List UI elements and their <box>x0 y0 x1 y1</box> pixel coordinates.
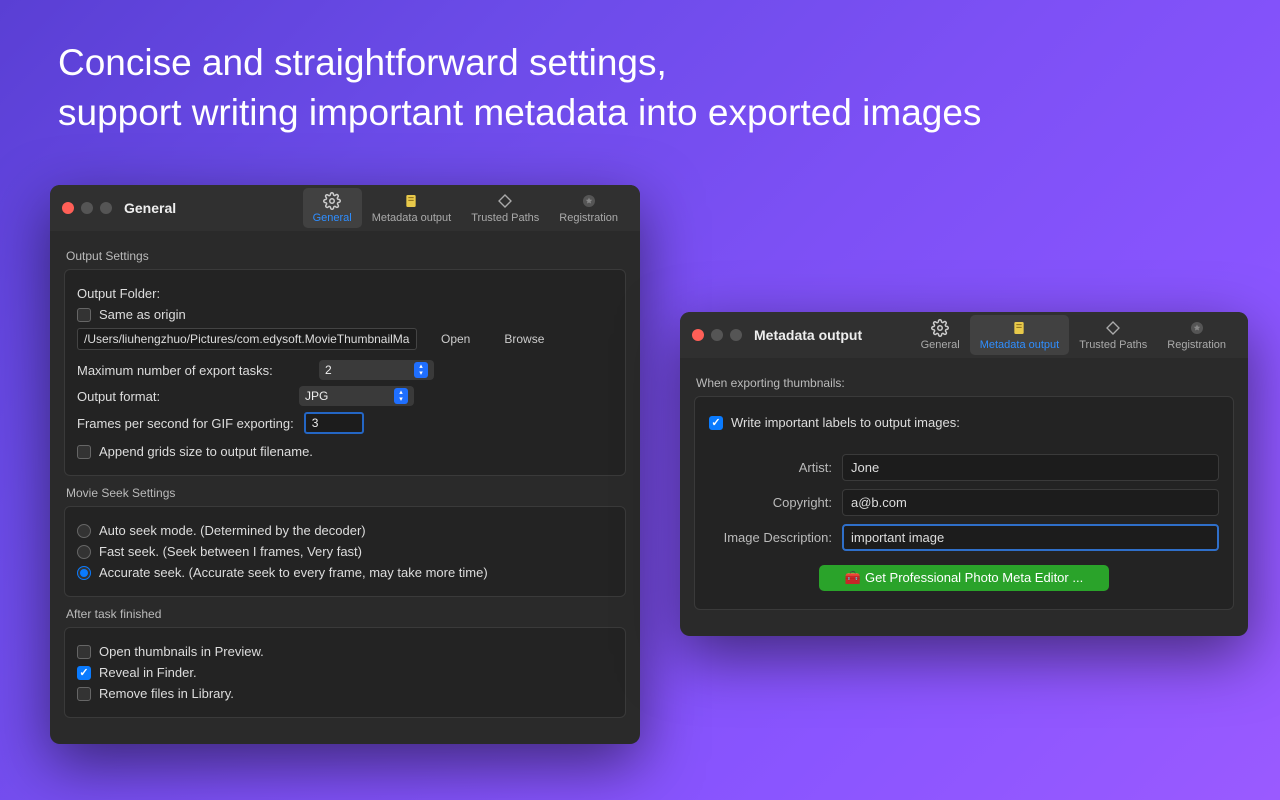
open-preview-checkbox[interactable] <box>77 645 91 659</box>
tab-registration[interactable]: Registration <box>549 188 628 228</box>
tab-general[interactable]: General <box>303 188 362 228</box>
tab-label: General <box>313 212 352 224</box>
seek-accurate-radio[interactable] <box>77 566 91 580</box>
tab-label: General <box>921 339 960 351</box>
metadata-box: Write important labels to output images:… <box>694 396 1234 610</box>
get-pro-button[interactable]: 🧰 Get Professional Photo Meta Editor ... <box>819 565 1109 591</box>
same-as-origin-checkbox[interactable] <box>77 308 91 322</box>
toolbar: General Metadata output Trusted Paths Re… <box>303 188 628 228</box>
window-metadata-output: Metadata output General Metadata output … <box>680 312 1248 636</box>
group-after-task: After task finished <box>66 607 626 621</box>
artist-field[interactable] <box>842 454 1219 481</box>
remove-library-label: Remove files in Library. <box>99 686 234 701</box>
artist-label: Artist: <box>709 460 832 475</box>
window-general: General General Metadata output Trusted … <box>50 185 640 744</box>
image-description-label: Image Description: <box>709 530 832 545</box>
select-arrows-icon <box>394 388 408 404</box>
seek-accurate-label: Accurate seek. (Accurate seek to every f… <box>99 565 488 580</box>
tab-metadata-output[interactable]: Metadata output <box>362 188 462 228</box>
fps-label: Frames per second for GIF exporting: <box>77 416 294 431</box>
toolbar: General Metadata output Trusted Paths Re… <box>911 315 1236 355</box>
tab-general[interactable]: General <box>911 315 970 355</box>
reveal-finder-label: Reveal in Finder. <box>99 665 197 680</box>
tab-label: Registration <box>1167 339 1226 351</box>
fps-field[interactable] <box>304 412 364 434</box>
toolbox-icon: 🧰 <box>845 570 861 585</box>
seek-settings-box: Auto seek mode. (Determined by the decod… <box>64 506 626 597</box>
titlebar: General General Metadata output Trusted … <box>50 185 640 231</box>
tab-label: Registration <box>559 212 618 224</box>
output-format-label: Output format: <box>77 389 277 404</box>
note-icon <box>402 192 420 210</box>
group-seek-settings: Movie Seek Settings <box>66 486 626 500</box>
close-icon[interactable] <box>692 329 704 341</box>
tab-trusted-paths[interactable]: Trusted Paths <box>461 188 549 228</box>
write-labels-label: Write important labels to output images: <box>731 415 960 430</box>
open-button[interactable]: Open <box>431 329 480 349</box>
seek-fast-label: Fast seek. (Seek between I frames, Very … <box>99 544 362 559</box>
headline-line1: Concise and straightforward settings, <box>58 38 981 88</box>
tab-registration[interactable]: Registration <box>1157 315 1236 355</box>
seek-auto-label: Auto seek mode. (Determined by the decod… <box>99 523 366 538</box>
tab-metadata-output[interactable]: Metadata output <box>970 315 1070 355</box>
diamond-icon <box>1104 319 1122 337</box>
seek-auto-radio[interactable] <box>77 524 91 538</box>
max-tasks-label: Maximum number of export tasks: <box>77 363 297 378</box>
output-path-field[interactable] <box>77 328 417 350</box>
gear-icon <box>323 192 341 210</box>
browse-button[interactable]: Browse <box>494 329 554 349</box>
note-icon <box>1010 319 1028 337</box>
max-tasks-select[interactable]: 2 <box>319 360 434 380</box>
close-icon[interactable] <box>62 202 74 214</box>
zoom-icon[interactable] <box>730 329 742 341</box>
append-grids-checkbox[interactable] <box>77 445 91 459</box>
append-grids-label: Append grids size to output filename. <box>99 444 313 459</box>
zoom-icon[interactable] <box>100 202 112 214</box>
tab-trusted-paths[interactable]: Trusted Paths <box>1069 315 1157 355</box>
titlebar: Metadata output General Metadata output … <box>680 312 1248 358</box>
headline-line2: support writing important metadata into … <box>58 88 981 138</box>
seek-fast-radio[interactable] <box>77 545 91 559</box>
diamond-icon <box>496 192 514 210</box>
star-icon <box>580 192 598 210</box>
star-icon <box>1188 319 1206 337</box>
after-task-box: Open thumbnails in Preview. Reveal in Fi… <box>64 627 626 718</box>
window-title: Metadata output <box>754 327 862 343</box>
window-controls <box>62 202 112 214</box>
remove-library-checkbox[interactable] <box>77 687 91 701</box>
get-pro-label: Get Professional Photo Meta Editor ... <box>865 570 1083 585</box>
open-preview-label: Open thumbnails in Preview. <box>99 644 264 659</box>
gear-icon <box>931 319 949 337</box>
group-output-settings: Output Settings <box>66 249 626 263</box>
copyright-label: Copyright: <box>709 495 832 510</box>
output-settings-box: Output Folder: Same as origin Open Brows… <box>64 269 626 476</box>
write-labels-checkbox[interactable] <box>709 416 723 430</box>
reveal-finder-checkbox[interactable] <box>77 666 91 680</box>
minimize-icon[interactable] <box>711 329 723 341</box>
max-tasks-value: 2 <box>325 363 332 377</box>
tab-label: Trusted Paths <box>471 212 539 224</box>
same-as-origin-label: Same as origin <box>99 307 186 322</box>
tab-label: Trusted Paths <box>1079 339 1147 351</box>
output-format-select[interactable]: JPG <box>299 386 414 406</box>
image-description-field[interactable] <box>842 524 1219 551</box>
copyright-field[interactable] <box>842 489 1219 516</box>
tab-label: Metadata output <box>372 212 452 224</box>
output-folder-label: Output Folder: <box>77 286 160 301</box>
window-title: General <box>124 200 176 216</box>
select-arrows-icon <box>414 362 428 378</box>
minimize-icon[interactable] <box>81 202 93 214</box>
section-export-label: When exporting thumbnails: <box>696 376 1234 390</box>
marketing-headline: Concise and straightforward settings, su… <box>58 38 981 138</box>
tab-label: Metadata output <box>980 339 1060 351</box>
window-controls <box>692 329 742 341</box>
output-format-value: JPG <box>305 389 328 403</box>
